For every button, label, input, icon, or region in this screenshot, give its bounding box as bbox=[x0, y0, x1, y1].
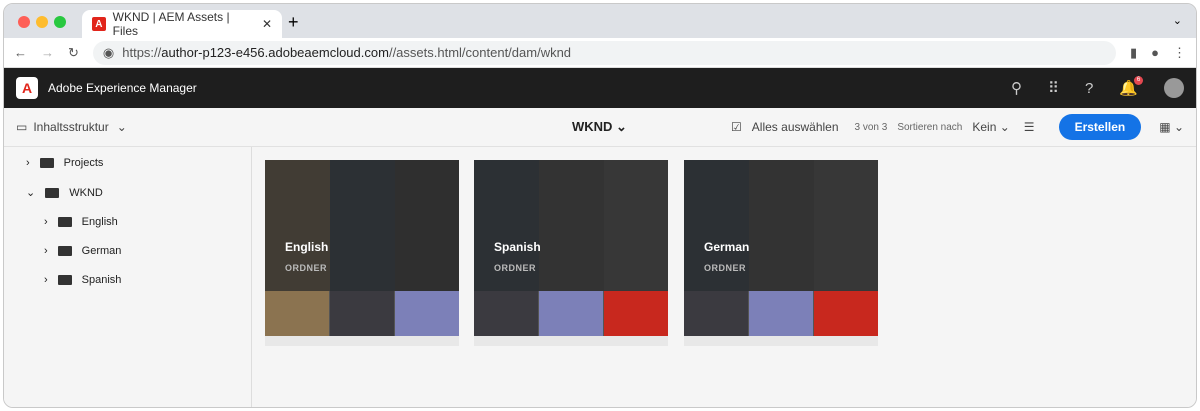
maximize-window-button[interactable] bbox=[54, 16, 66, 28]
url-field[interactable]: ◉ https://author-p123-e456.adobeaemcloud… bbox=[92, 40, 1116, 65]
tree-label: WKND bbox=[69, 186, 103, 199]
chevron-right-icon[interactable]: › bbox=[26, 157, 30, 169]
site-info-icon[interactable]: ◉ bbox=[103, 45, 114, 61]
view-switcher-icon[interactable]: ▦ ⌄ bbox=[1159, 120, 1184, 134]
card-type: ORDNER bbox=[285, 263, 328, 273]
folder-icon bbox=[57, 246, 72, 256]
app-title[interactable]: Adobe Experience Manager bbox=[48, 81, 197, 95]
sort-order-icon[interactable]: ☰ bbox=[1024, 120, 1035, 134]
action-bar: ▭ Inhaltsstruktur ⌄ WKND ⌄ ☑ Alles auswä… bbox=[4, 108, 1196, 147]
url-path: //assets.html/content/dam/wknd bbox=[388, 45, 572, 60]
notifications-icon[interactable]: 🔔 6 bbox=[1119, 76, 1143, 97]
card-type: ORDNER bbox=[494, 263, 537, 273]
sort-label: Sortieren nach bbox=[897, 121, 963, 133]
apps-grid-icon[interactable]: ⠿ bbox=[1048, 79, 1059, 97]
browser-window: A WKND | AEM Assets | Files ✕ + ⌄ ← → ↻ … bbox=[3, 3, 1197, 408]
item-count: 3 von 3 bbox=[854, 121, 888, 133]
tree-item-wknd[interactable]: ⌄ WKND bbox=[26, 186, 103, 200]
browser-tab[interactable]: A WKND | AEM Assets | Files ✕ bbox=[82, 10, 282, 38]
chevron-down-icon[interactable]: ⌄ bbox=[117, 120, 127, 134]
select-all-checkbox-icon[interactable]: ☑ bbox=[731, 120, 742, 134]
folder-icon bbox=[57, 275, 72, 285]
card-grid: English ORDNER Spanish ORDNER German ORD… bbox=[253, 147, 1196, 407]
chevron-right-icon[interactable]: › bbox=[44, 216, 48, 228]
aem-header: A Adobe Experience Manager ⚲ ⠿ ? 🔔 6 bbox=[4, 68, 1196, 108]
rail-toggle-icon[interactable]: ▭ bbox=[16, 120, 27, 134]
card-title: English bbox=[285, 240, 329, 254]
minimize-window-button[interactable] bbox=[36, 16, 48, 28]
profile-icon[interactable]: ● bbox=[1151, 45, 1159, 60]
sidepanel-icon[interactable]: ▮ bbox=[1130, 45, 1137, 61]
chevron-right-icon[interactable]: › bbox=[44, 274, 48, 286]
folder-card-german[interactable]: German ORDNER bbox=[684, 160, 878, 346]
close-tab-icon[interactable]: ✕ bbox=[262, 17, 272, 31]
sort-select[interactable]: Kein ⌄ bbox=[972, 120, 1009, 134]
reload-button[interactable]: ↻ bbox=[68, 45, 79, 61]
sort-value: Kein bbox=[972, 120, 997, 134]
tab-menu-chevron-icon[interactable]: ⌄ bbox=[1173, 14, 1182, 27]
card-title: German bbox=[704, 240, 750, 254]
folder-card-spanish[interactable]: Spanish ORDNER bbox=[474, 160, 668, 346]
content-tree: › Projects ⌄ WKND › English › German › Spanis… bbox=[4, 147, 252, 407]
tree-item-projects[interactable]: › Projects bbox=[26, 157, 103, 169]
folder-title-text: WKND bbox=[572, 119, 613, 134]
help-icon[interactable]: ? bbox=[1085, 80, 1093, 97]
tree-item-spanish[interactable]: › Spanish bbox=[44, 274, 121, 286]
folder-thumbnail: Spanish ORDNER bbox=[474, 160, 668, 336]
folder-title[interactable]: WKND ⌄ bbox=[572, 119, 627, 135]
chevron-right-icon[interactable]: › bbox=[44, 245, 48, 257]
browser-menu-icon[interactable]: ⋮ bbox=[1173, 45, 1186, 61]
chevron-down-icon[interactable]: ⌄ bbox=[26, 186, 35, 199]
create-button[interactable]: Erstellen bbox=[1058, 114, 1142, 140]
tree-item-german[interactable]: › German bbox=[44, 245, 121, 257]
address-bar-row: ← → ↻ ◉ https://author-p123-e456.adobeae… bbox=[4, 38, 1196, 68]
rail-selector[interactable]: Inhaltsstruktur bbox=[33, 120, 108, 134]
tree-label: English bbox=[81, 216, 118, 228]
tree-label: Projects bbox=[63, 157, 104, 169]
tab-bar: A WKND | AEM Assets | Files ✕ + ⌄ bbox=[4, 4, 1196, 38]
select-all-button[interactable]: Alles auswählen bbox=[752, 120, 839, 134]
back-button[interactable]: ← bbox=[14, 45, 27, 60]
card-title: Spanish bbox=[494, 240, 541, 254]
new-tab-button[interactable]: + bbox=[288, 12, 299, 33]
url-host: author-p123-e456.adobeaemcloud.com bbox=[161, 45, 389, 60]
adobe-logo-icon[interactable]: A bbox=[16, 77, 38, 99]
card-type: ORDNER bbox=[704, 263, 747, 273]
tab-title: WKND | AEM Assets | Files bbox=[112, 10, 230, 38]
folder-icon bbox=[45, 187, 60, 198]
tree-label: Spanish bbox=[81, 274, 122, 286]
notification-badge: 6 bbox=[1134, 76, 1143, 85]
folder-icon bbox=[57, 217, 72, 227]
url-scheme: https:// bbox=[122, 45, 162, 60]
folder-thumbnail: English ORDNER bbox=[265, 160, 459, 336]
close-window-button[interactable] bbox=[18, 16, 30, 28]
adobe-icon: A bbox=[92, 17, 106, 31]
forward-button[interactable]: → bbox=[41, 45, 54, 60]
folder-card-english[interactable]: English ORDNER bbox=[265, 160, 459, 346]
search-icon[interactable]: ⚲ bbox=[1011, 79, 1022, 97]
folder-icon bbox=[39, 158, 54, 168]
user-avatar[interactable] bbox=[1164, 78, 1184, 98]
folder-thumbnail: German ORDNER bbox=[684, 160, 878, 336]
tree-label: German bbox=[81, 245, 122, 257]
tree-item-english[interactable]: › English bbox=[44, 216, 118, 228]
